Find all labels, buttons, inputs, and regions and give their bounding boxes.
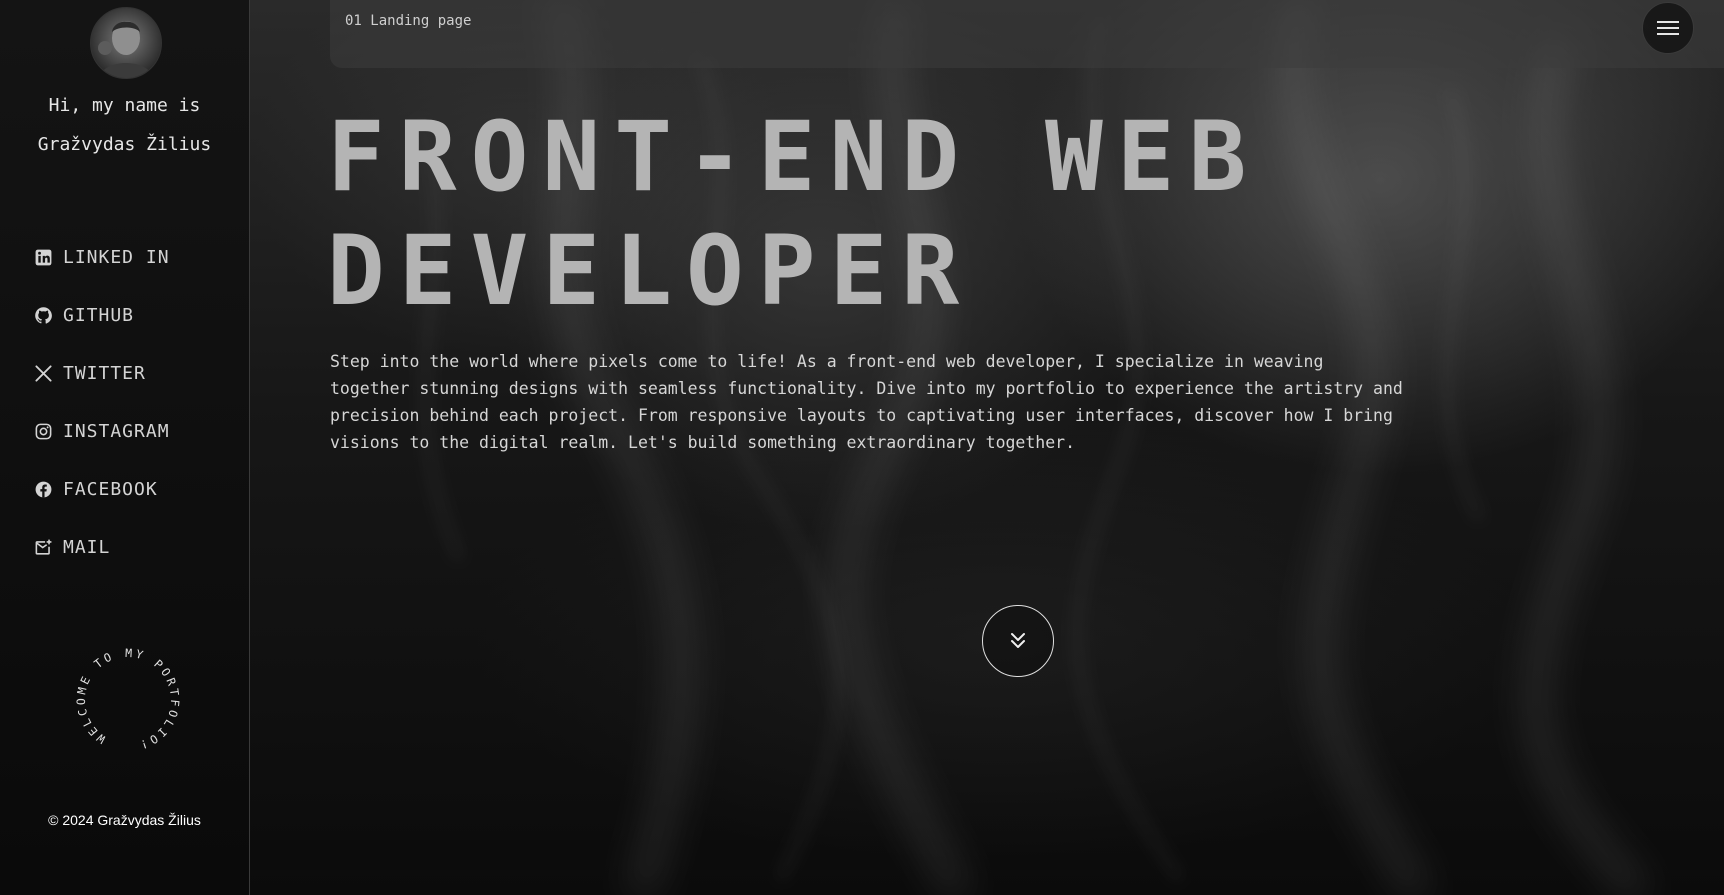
social-link-label: TWITTER xyxy=(63,362,146,384)
hamburger-menu-icon xyxy=(1657,21,1679,35)
chevrons-down-icon xyxy=(1011,633,1025,648)
x-twitter-icon xyxy=(34,364,53,383)
mail-icon xyxy=(34,538,53,557)
headline-line-1: FRONT-END WEB xyxy=(327,101,1261,213)
facebook-icon xyxy=(34,480,53,499)
social-link-label: FACEBOOK xyxy=(63,478,158,500)
linkedin-icon xyxy=(34,248,53,267)
social-link-twitter[interactable]: TWITTER xyxy=(34,344,170,402)
intro-text: Hi, my name is Gražvydas Žilius xyxy=(0,86,249,164)
page: Hi, my name is Gražvydas Žilius LINKED I… xyxy=(0,0,1724,895)
svg-text:WELCOME TO MY PORTFOLIO!: WELCOME TO MY PORTFOLIO! xyxy=(68,640,188,760)
social-link-label: MAIL xyxy=(63,536,111,558)
intro-description: Step into the world where pixels come to… xyxy=(330,352,1403,452)
social-link-label: INSTAGRAM xyxy=(63,420,170,442)
social-link-facebook[interactable]: FACEBOOK xyxy=(34,460,170,518)
breadcrumb: 01 Landing page xyxy=(345,13,472,29)
menu-button[interactable] xyxy=(1642,2,1694,54)
github-icon xyxy=(34,306,53,325)
welcome-badge: WELCOME TO MY PORTFOLIO! xyxy=(68,640,188,760)
social-link-label: GITHUB xyxy=(63,304,135,326)
copyright: © 2024 Gražvydas Žilius xyxy=(48,812,201,828)
social-links: LINKED IN GITHUB TWITTER INSTAGRAM FACEB… xyxy=(34,228,170,576)
intro-greeting: Hi, my name is xyxy=(48,95,201,116)
social-link-github[interactable]: GITHUB xyxy=(34,286,170,344)
top-bar: 01 Landing page xyxy=(330,0,1724,68)
intro-name: Gražvydas Žilius xyxy=(37,134,212,155)
social-link-linkedin[interactable]: LINKED IN xyxy=(34,228,170,286)
headline-line-2: DEVELOPER xyxy=(327,215,974,327)
social-link-label: LINKED IN xyxy=(63,246,170,268)
social-link-mail[interactable]: MAIL xyxy=(34,518,170,576)
welcome-badge-text: WELCOME TO MY PORTFOLIO! xyxy=(68,640,188,760)
instagram-icon xyxy=(34,422,53,441)
social-link-instagram[interactable]: INSTAGRAM xyxy=(34,402,170,460)
scroll-down-button[interactable] xyxy=(982,605,1054,677)
avatar xyxy=(90,7,162,79)
page-title: FRONT-END WEB DEVELOPER xyxy=(327,100,1627,328)
sidebar: Hi, my name is Gražvydas Žilius LINKED I… xyxy=(0,0,250,895)
avatar-portrait-icon xyxy=(98,21,153,78)
